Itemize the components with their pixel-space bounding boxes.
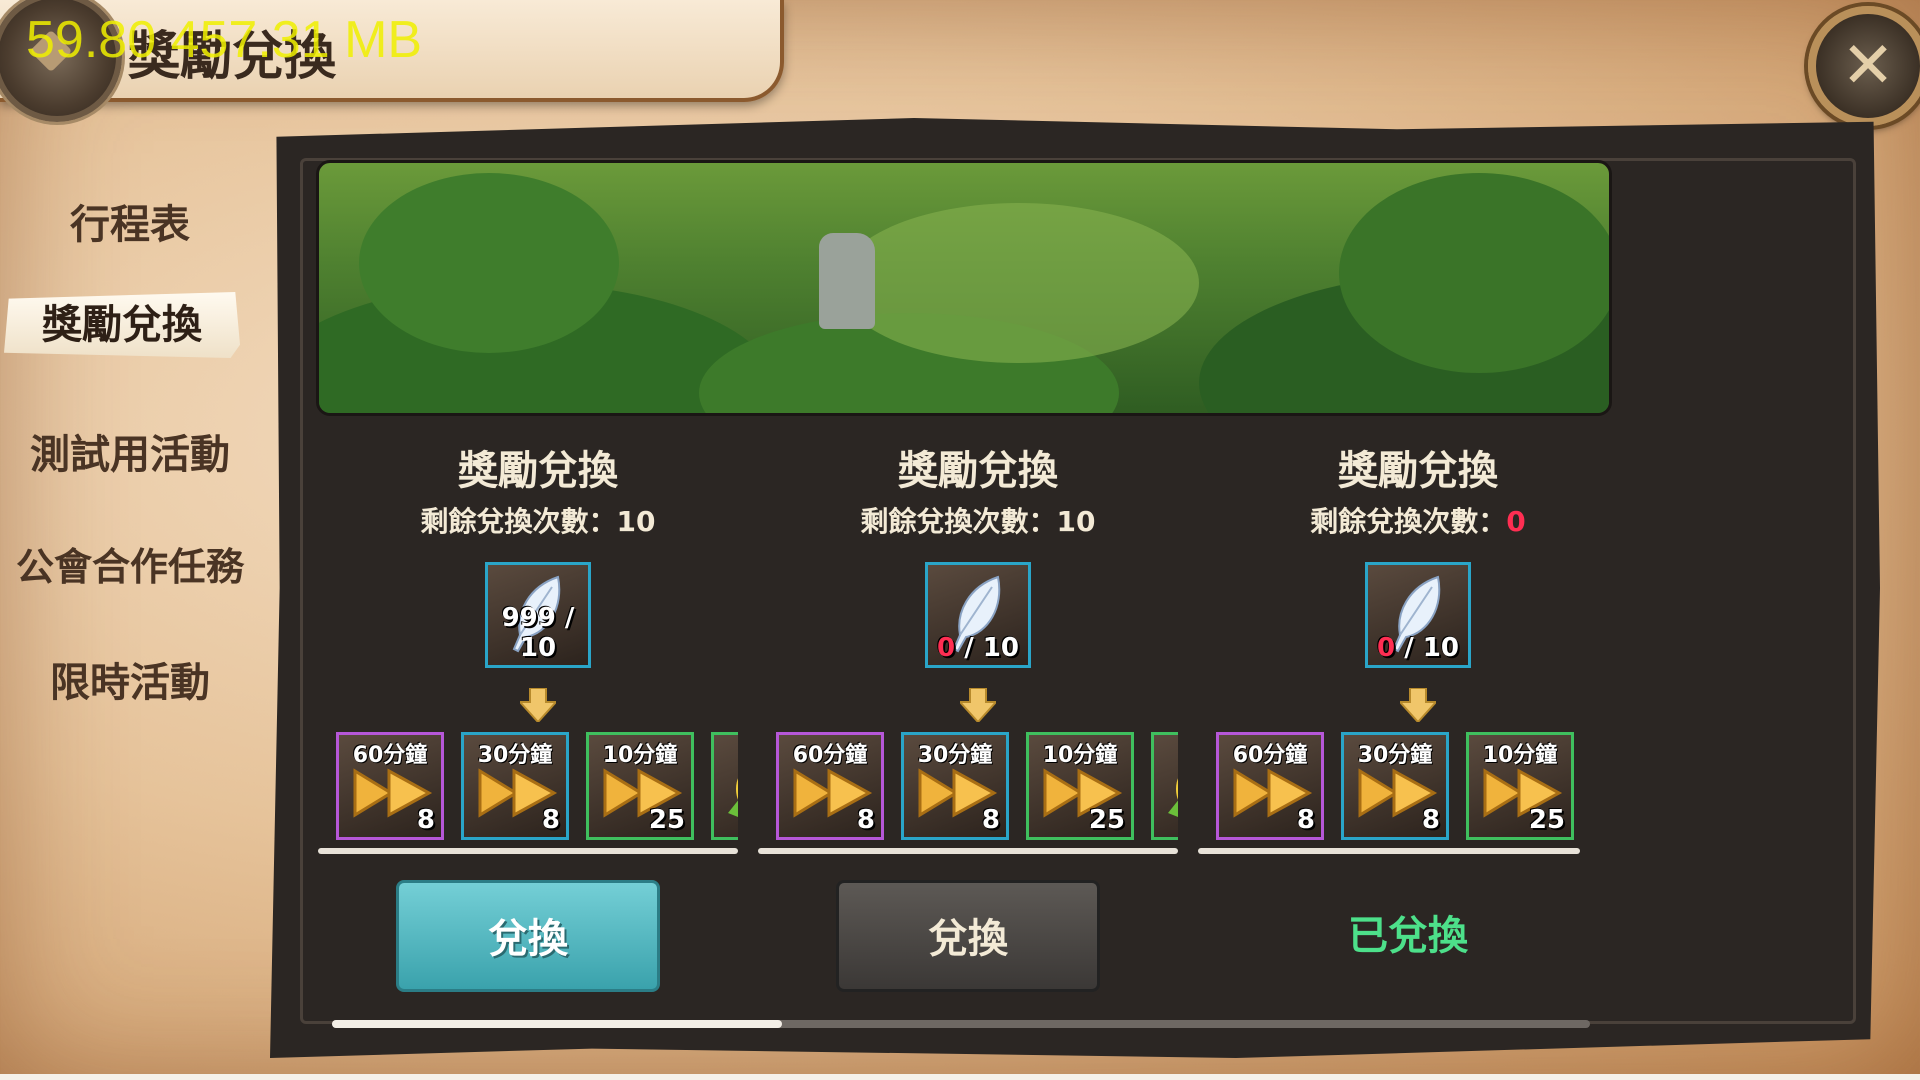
rewards-scrollbar[interactable] [758, 848, 1178, 854]
reward-item-corn[interactable]: 10 [711, 732, 738, 840]
reward-label: 10 [714, 737, 738, 762]
reward-qty: 8 [981, 805, 1000, 835]
cost-need: 10 [519, 633, 557, 663]
cost-item-slot[interactable]: 0 / 10 [1365, 562, 1471, 668]
cost-item-slot[interactable]: 999 / 10 [485, 562, 591, 668]
cost-separator: / [1395, 633, 1423, 663]
reward-qty: 25 [1528, 805, 1565, 835]
remaining-label: 剩餘兌換次數： [420, 505, 617, 538]
reward-item-corn[interactable]: 10 [1151, 732, 1178, 840]
forest-banner-image [316, 160, 1612, 416]
cost-have: 0 [1377, 633, 1396, 663]
remaining-label: 剩餘兌換次數： [860, 505, 1057, 538]
rewards-scrollbar[interactable] [318, 848, 738, 854]
panels-scrollbar[interactable] [332, 1020, 1590, 1028]
remaining-value: 10 [1056, 505, 1096, 538]
rewards-strip[interactable]: 60分鐘 8 30分鐘 8 10分鐘 25 10 [758, 730, 1178, 858]
cost-count: 0 / 10 [928, 633, 1028, 663]
exchange-button[interactable]: 兌換 [396, 880, 660, 992]
cost-need: 10 [1422, 633, 1459, 663]
panel-title: 獎勵兌換 [1338, 448, 1498, 494]
remaining-count: 剩餘兌換次數：0 [1198, 500, 1638, 540]
reward-item-60min[interactable]: 60分鐘 8 [776, 732, 884, 840]
remaining-label: 剩餘兌換次數： [1310, 505, 1507, 538]
sidebar-item-test-event[interactable]: 測試用活動 [0, 422, 260, 480]
reward-qty: 25 [648, 805, 685, 835]
exchange-panel: 獎勵兌換 剩餘兌換次數：10 999 / 10 60分鐘 8 30分鐘 8 10… [318, 430, 758, 1010]
cost-count: 0 / 10 [1368, 633, 1468, 663]
remaining-count: 剩餘兌換次數：10 [758, 500, 1198, 540]
cost-have: 0 [937, 633, 956, 663]
exchange-panel: 獎勵兌換 剩餘兌換次數：0 0 / 10 60分鐘 8 30分鐘 8 10分鐘 … [1198, 430, 1638, 1010]
cost-need: 10 [982, 633, 1019, 663]
reward-item-10min[interactable]: 10分鐘 25 [1466, 732, 1574, 840]
panel-title: 獎勵兌換 [898, 448, 1058, 494]
cost-count: 999 / 10 [488, 603, 588, 663]
panels-scrollbar-thumb[interactable] [332, 1020, 782, 1028]
reward-label: 10 [1154, 737, 1178, 762]
cost-have: 999 [501, 603, 556, 633]
arrow-down-icon [1400, 688, 1436, 722]
exchanged-status: 已兌換 [1348, 913, 1468, 959]
reward-item-30min[interactable]: 30分鐘 8 [901, 732, 1009, 840]
sidebar-item-guild-mission[interactable]: 公會合作任務 [0, 536, 260, 591]
reward-qty: 25 [1088, 805, 1125, 835]
reward-item-10min[interactable]: 10分鐘 25 [1026, 732, 1134, 840]
remaining-count: 剩餘兌換次數：10 [318, 500, 758, 540]
sidebar-item-reward-exchange[interactable]: 獎勵兌換 [4, 292, 240, 358]
reward-item-10min[interactable]: 10分鐘 25 [586, 732, 694, 840]
reward-qty: 8 [856, 805, 875, 835]
bottom-edge [0, 1074, 1920, 1080]
reward-qty: 8 [416, 805, 435, 835]
rewards-strip[interactable]: 60分鐘 8 30分鐘 8 10分鐘 25 10 [318, 730, 738, 858]
reward-qty: 8 [1296, 805, 1315, 835]
sidebar-item-limited-event[interactable]: 限時活動 [0, 650, 260, 708]
arrow-down-icon [960, 688, 996, 722]
corn-icon [728, 778, 738, 817]
close-button[interactable]: ✕ [1808, 6, 1920, 126]
rewards-scrollbar[interactable] [1198, 848, 1580, 854]
reward-item-30min[interactable]: 30分鐘 8 [461, 732, 569, 840]
reward-qty: 8 [1421, 805, 1440, 835]
exchange-button-disabled[interactable]: 兌換 [836, 880, 1100, 992]
rewards-strip[interactable]: 60分鐘 8 30分鐘 8 10分鐘 25 [1198, 730, 1618, 858]
corn-icon [1168, 778, 1178, 817]
sidebar-item-schedule[interactable]: 行程表 [0, 192, 260, 250]
panel-title: 獎勵兌換 [458, 448, 618, 494]
arrow-down-icon [520, 688, 556, 722]
fps-overlay: 59.80 457.31 MB [26, 11, 423, 69]
remaining-value: 10 [616, 505, 656, 538]
exchange-panel: 獎勵兌換 剩餘兌換次數：10 0 / 10 60分鐘 8 30分鐘 8 10分鐘… [758, 430, 1198, 1010]
remaining-value: 0 [1506, 505, 1526, 538]
reward-item-60min[interactable]: 60分鐘 8 [336, 732, 444, 840]
reward-item-60min[interactable]: 60分鐘 8 [1216, 732, 1324, 840]
reward-qty: 8 [541, 805, 560, 835]
cost-separator: / [555, 603, 575, 633]
cost-separator: / [955, 633, 983, 663]
cost-item-slot[interactable]: 0 / 10 [925, 562, 1031, 668]
reward-item-30min[interactable]: 30分鐘 8 [1341, 732, 1449, 840]
close-icon: ✕ [1841, 29, 1895, 103]
